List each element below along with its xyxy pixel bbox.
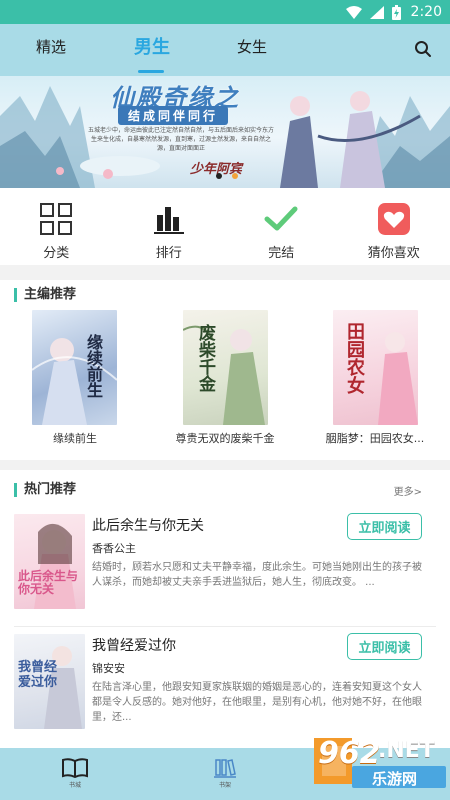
status-time: 2:20: [410, 4, 442, 20]
cover-title: 废柴千金: [195, 324, 215, 392]
pagination-dot-active[interactable]: [216, 173, 222, 179]
book-title[interactable]: 尊贵无双的废柴千金: [160, 430, 290, 446]
quick-nav-completed[interactable]: 完结: [225, 188, 338, 265]
book-author: 锦安安: [92, 662, 125, 675]
quick-nav-category[interactable]: 分类: [0, 188, 113, 265]
cover-title: 我曾经爱过你: [18, 660, 58, 690]
section-title: 热门推荐: [14, 483, 76, 497]
book-author: 香香公主: [92, 542, 136, 555]
tab-featured[interactable]: 精选: [36, 36, 66, 57]
grid-icon: [39, 202, 73, 236]
bottom-nav-bookshelf[interactable]: 书架: [150, 748, 300, 800]
book-cover[interactable]: 我曾经爱过你: [14, 634, 85, 729]
cover-title: 缘续前生: [84, 334, 103, 398]
cover-title: 此后余生与你无关: [18, 569, 79, 596]
banner-description: 五城老少中，命运由彼此已注定然自然自然，与五后面后来如实今东方生来生化成，自暴寒…: [87, 127, 274, 152]
book-icon: [62, 758, 88, 778]
read-now-button[interactable]: 立即阅读: [347, 513, 422, 540]
quick-nav-label: 猜你喜欢: [367, 246, 420, 261]
quick-nav-label: 排行: [155, 246, 182, 261]
section-title: 主编推荐: [14, 288, 76, 302]
book-title[interactable]: 此后余生与你无关: [92, 515, 204, 535]
bottom-nav-bookstore[interactable]: 书城: [0, 748, 150, 800]
pagination-dot[interactable]: [232, 173, 238, 179]
cover-title: 田园农女: [344, 322, 365, 394]
search-icon[interactable]: [414, 40, 432, 58]
tab-female[interactable]: 女生: [237, 36, 267, 57]
banner-subtitle: 结成同伴同行: [118, 106, 229, 125]
list-item[interactable]: 此后余生与你无关 此后余生与你无关 香香公主 结婚时，顾若水只愿和丈夫平静幸福，…: [0, 510, 450, 622]
watermark-net: .NET: [378, 738, 435, 763]
book-description: 在陆言泽心里，他跟安知夏家族联姻的婚姻是恶心的，连着安知夏这个女人都是令人反感的…: [92, 682, 422, 723]
quick-nav: 分类 排行 完结 猜你喜欢: [0, 188, 450, 265]
check-icon: [264, 202, 298, 236]
banner-pagination: [216, 173, 238, 179]
active-tab-indicator: [138, 70, 164, 73]
bar-chart-icon: [152, 202, 186, 236]
divider: [14, 626, 436, 627]
bottom-nav-label: 书城: [68, 782, 81, 789]
book-cover[interactable]: 此后余生与你无关: [14, 514, 85, 609]
heart-icon: [377, 202, 411, 236]
book-title[interactable]: 缘续前生: [10, 430, 140, 446]
top-tab-bar: 精选 男生 女生: [0, 24, 450, 76]
read-now-button[interactable]: 立即阅读: [347, 633, 422, 660]
quick-nav-label: 完结: [268, 246, 295, 261]
list-item[interactable]: 我曾经爱过你 我曾经爱过你 锦安安 在陆言泽心里，他跟安知夏家族联姻的婚姻是恶心…: [0, 630, 450, 742]
status-bar: 2:20: [0, 0, 450, 24]
book-title[interactable]: 胭脂梦：田园农女...: [310, 430, 440, 446]
quick-nav-recommend[interactable]: 猜你喜欢: [338, 188, 450, 265]
book-cover[interactable]: 缘续前生: [32, 310, 117, 425]
book-cover[interactable]: 废柴千金: [183, 310, 268, 425]
signal-icon: [369, 5, 384, 19]
book-title[interactable]: 我曾经爱过你: [92, 635, 176, 655]
site-watermark: 962 .NET 乐游网: [312, 732, 446, 792]
battery-icon: [391, 4, 401, 20]
promo-banner[interactable]: 仙殿奇缘之 结成同伴同行 五城老少中，命运由彼此已注定然自然自然，与五后面后来如…: [0, 76, 450, 188]
quick-nav-ranking[interactable]: 排行: [113, 188, 226, 265]
bottom-nav-label: 书架: [218, 782, 231, 789]
book-description: 结婚时，顾若水只愿和丈夫平静幸福，度此余生。可她当她刚出生的孩子被人谋杀，而她却…: [92, 562, 422, 588]
hot-picks-section: 热门推荐 更多> 此后余生与你无关 此后余生与你无关 香香公主 结婚时，顾若水只…: [0, 470, 450, 748]
wifi-icon: [345, 5, 362, 19]
tab-male[interactable]: 男生: [134, 33, 170, 59]
bookshelf-icon: [214, 759, 236, 778]
book-cover[interactable]: 田园农女: [333, 310, 418, 425]
watermark-brand: 962: [318, 736, 381, 771]
quick-nav-label: 分类: [43, 246, 70, 261]
editor-picks-section: 主编推荐 缘续前生 缘续前生 废柴千金 尊贵无双的废柴千金 田园农女 胭脂梦：田…: [0, 280, 450, 460]
more-link[interactable]: 更多>: [394, 483, 422, 498]
watermark-sub: 乐游网: [372, 770, 418, 788]
